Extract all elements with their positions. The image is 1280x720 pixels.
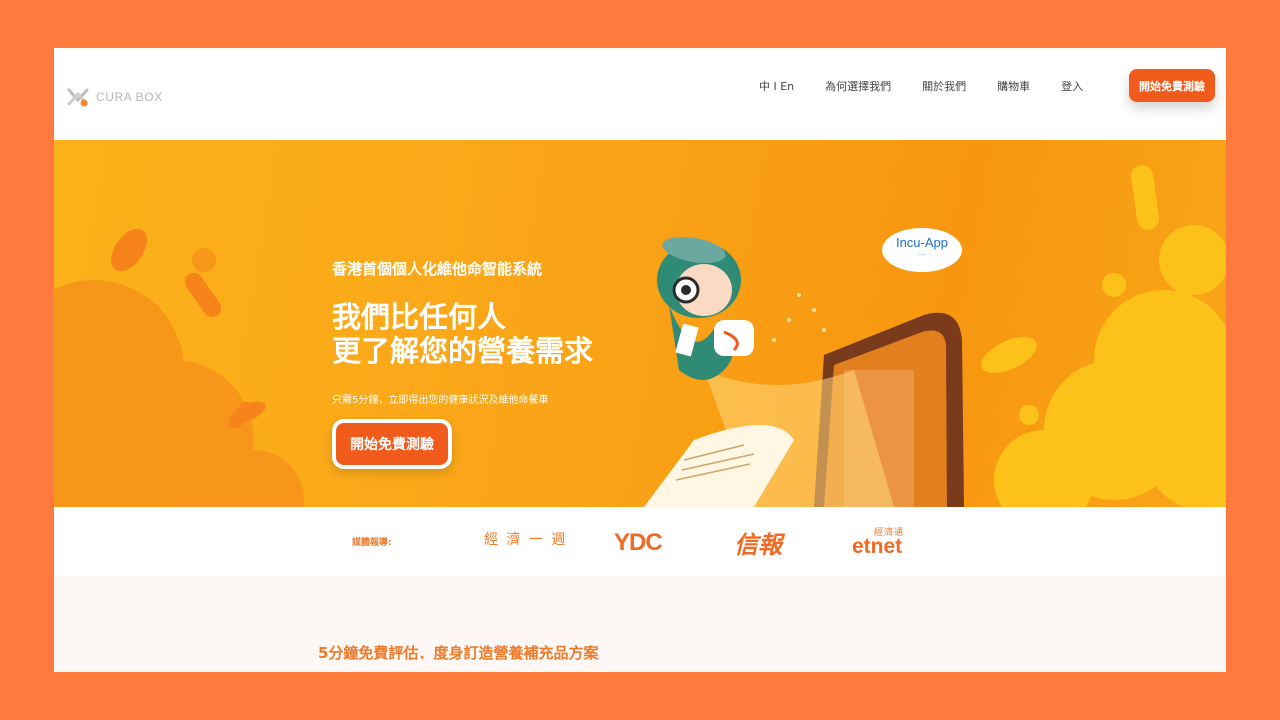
media-logo-ydc: YDC	[614, 529, 663, 556]
media-logo-etnet: etnet	[852, 535, 903, 558]
nav-login[interactable]: 登入	[1061, 78, 1083, 94]
media-logo-economic-digest: 經 濟 一 週	[484, 532, 568, 548]
brand-logo[interactable]: CURA BOX	[66, 86, 163, 108]
media-label: 媒體報導:	[352, 538, 392, 548]
hero-note: 只需5分鐘，立即得出您的健康狀況及維他命餐車	[332, 395, 549, 406]
hero-banner: 香港首個個人化維他命智能系統 我們比任何人 更了解您的營養需求 只需5分鐘，立即…	[54, 140, 1226, 507]
media-coverage-strip: 媒體報導: 經 濟 一 週 YDC 信報 經濟通 etnet	[54, 507, 1226, 576]
hero-title-line-1: 我們比任何人	[332, 300, 507, 334]
hero-title: 我們比任何人 更了解您的營養需求	[332, 300, 652, 368]
nav-language-toggle[interactable]: 中 I En	[759, 78, 794, 94]
brand-name: CURA BOX	[96, 90, 163, 104]
incu-app-tagline: ....	[918, 251, 926, 257]
logo-icon	[67, 88, 89, 107]
browser-page: CURA BOX 中 I En 為何選擇我們 關於我們 購物車 登入 開始免費測…	[54, 48, 1226, 672]
hero-title-line-2: 更了解您的營養需求	[332, 334, 594, 368]
site-header: CURA BOX 中 I En 為何選擇我們 關於我們 購物車 登入 開始免費測…	[54, 48, 1226, 140]
hero-subtitle: 香港首個個人化維他命智能系統	[332, 260, 543, 278]
assessment-heading: 5分鐘免費評估．度身訂造營養補充品方案	[318, 644, 599, 662]
assessment-section: 5分鐘免費評估．度身訂造營養補充品方案	[54, 576, 1226, 672]
nav-about-us[interactable]: 關於我們	[922, 78, 966, 94]
start-quiz-button-hero[interactable]: 開始免費測驗	[332, 419, 452, 469]
incu-app-name: Incu-App	[895, 235, 949, 250]
main-nav: 中 I En 為何選擇我們 關於我們 購物車 登入	[759, 78, 1114, 94]
nav-cart[interactable]: 購物車	[997, 78, 1030, 94]
nav-why-choose-us[interactable]: 為何選擇我們	[825, 78, 891, 94]
incu-app-badge: Incu-App ....	[882, 228, 962, 272]
start-quiz-button-header[interactable]: 開始免費測驗	[1129, 69, 1215, 102]
hero-subtitle-wrap: 香港首個個人化維他命智能系統	[332, 258, 542, 279]
media-logo-hkej: 信報	[734, 530, 782, 559]
